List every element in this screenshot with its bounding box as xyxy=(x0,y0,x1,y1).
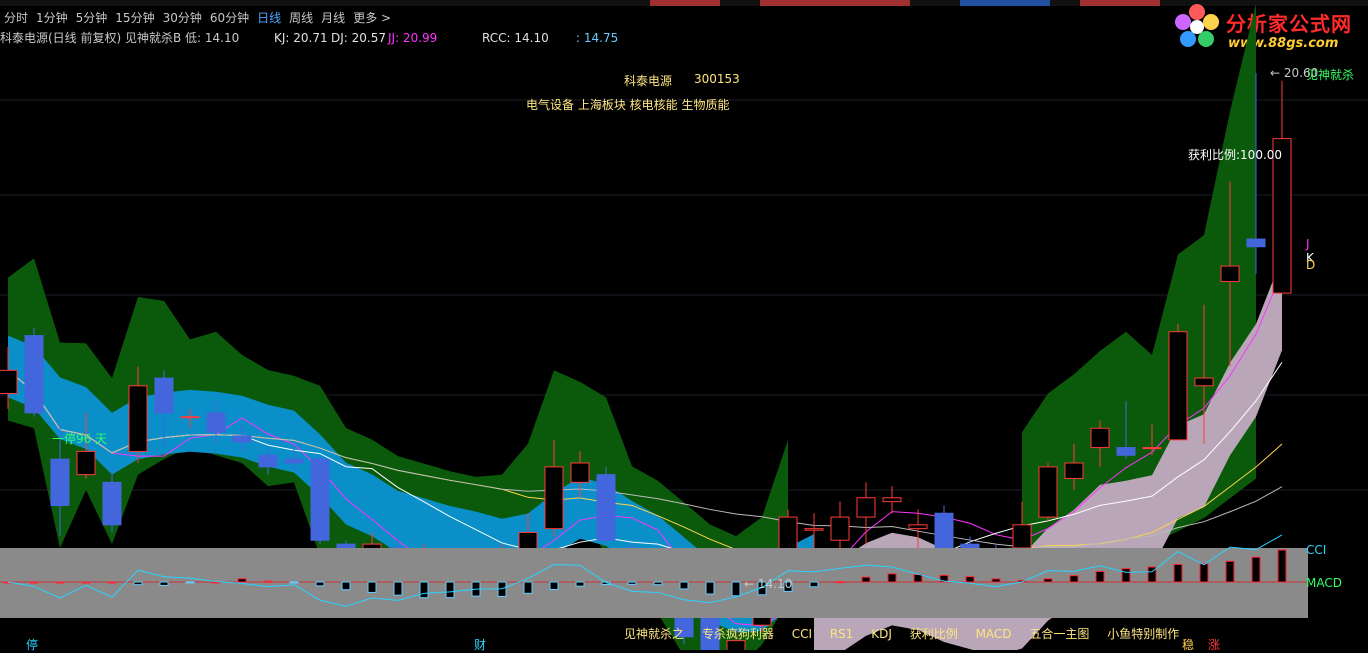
candle-down xyxy=(1116,447,1136,456)
macd-bar xyxy=(809,581,819,588)
stock-sectors: 电气设备 上海板块 核电核能 生物质能 xyxy=(526,98,730,112)
macd-bar xyxy=(549,581,559,590)
indicator-menu: 见神就杀之 专杀疯狗利器 CCI RS1 KDJ 获利比例 MACD 五合一主图… xyxy=(624,625,1193,643)
candle-up xyxy=(1064,462,1084,479)
candle-up xyxy=(0,369,18,395)
macd-label: MACD xyxy=(1306,576,1342,590)
profit-ratio-label: 获利比例:100.00 xyxy=(1188,148,1283,162)
macd-bar xyxy=(679,581,689,590)
low-price-label: ← 14.10 xyxy=(744,577,793,591)
macd-bar xyxy=(315,581,325,587)
candle-down xyxy=(258,454,278,468)
candle-up xyxy=(1090,427,1110,449)
macd-bar xyxy=(835,581,845,584)
candle-down xyxy=(50,458,70,506)
macd-bar xyxy=(1069,575,1079,583)
candle-up xyxy=(830,516,850,541)
menu-item[interactable]: 专杀疯狗利器 xyxy=(702,627,774,641)
candle-down xyxy=(960,543,980,549)
candle-down xyxy=(310,458,330,541)
macd-bar xyxy=(133,581,143,586)
candle-up xyxy=(856,497,876,518)
mark-stop: 停 xyxy=(26,638,39,652)
candle-up xyxy=(908,524,928,530)
macd-bar xyxy=(237,578,247,583)
candle-up xyxy=(570,462,590,483)
line-d-label: D xyxy=(1306,258,1316,272)
macd-bar xyxy=(653,581,663,586)
macd-bar xyxy=(107,581,117,584)
stock-code: 300153 xyxy=(694,72,740,86)
macd-bar xyxy=(627,581,637,585)
candle-down xyxy=(1246,238,1266,248)
candle-down xyxy=(232,435,252,443)
candle-down xyxy=(596,474,616,541)
mark-zhang: 涨 xyxy=(1208,638,1221,652)
macd-bar xyxy=(185,581,195,584)
candle-up xyxy=(128,385,148,452)
candle-up xyxy=(1038,466,1058,518)
macd-bar xyxy=(731,581,741,597)
stock-name: 科泰电源 xyxy=(624,74,673,88)
macd-bar xyxy=(367,581,377,593)
macd-bar xyxy=(991,578,1001,583)
menu-item[interactable]: 五合一主图 xyxy=(1029,627,1089,641)
candle-down xyxy=(24,335,44,414)
macd-bar xyxy=(1277,549,1287,583)
candle-down xyxy=(284,458,304,464)
candle-up xyxy=(544,466,564,530)
candle-up xyxy=(1012,524,1032,549)
menu-item[interactable]: MACD xyxy=(976,627,1012,641)
macd-bar xyxy=(523,581,533,594)
macd-bar xyxy=(861,576,871,583)
macd-bar xyxy=(263,580,273,583)
macd-bar xyxy=(1095,571,1105,583)
menu-item[interactable]: KDJ xyxy=(871,627,892,641)
macd-bar xyxy=(1199,563,1209,583)
menu-item[interactable]: RS1 xyxy=(830,627,854,641)
macd-bar xyxy=(965,576,975,583)
macd-bar xyxy=(445,581,455,599)
candle-up xyxy=(1168,331,1188,441)
candle-up xyxy=(882,497,902,503)
halt-days-label: 一停96 天 xyxy=(52,432,108,446)
candle-up xyxy=(76,450,96,476)
macd-bar xyxy=(575,581,585,587)
cci-label: CCI xyxy=(1306,543,1327,557)
macd-bar xyxy=(159,581,169,586)
macd-bar xyxy=(887,573,897,583)
macd-bar xyxy=(1121,568,1131,583)
macd-bar xyxy=(913,574,923,583)
candle-up xyxy=(1220,265,1240,283)
macd-bar xyxy=(55,581,65,584)
menu-item[interactable]: 获利比例 xyxy=(910,627,958,641)
candle-down xyxy=(102,481,122,526)
candle-down xyxy=(154,377,174,414)
candle-up xyxy=(1194,377,1214,387)
macd-bar xyxy=(1251,556,1261,583)
menu-item[interactable]: CCI xyxy=(792,627,812,641)
macd-bar xyxy=(289,581,299,584)
line-j-label: J xyxy=(1306,237,1310,251)
candle-up xyxy=(1142,447,1162,450)
candle-down xyxy=(934,512,954,549)
macd-bar xyxy=(393,581,403,596)
macd-bar xyxy=(1173,563,1183,583)
macd-bar xyxy=(81,581,91,584)
menu-item[interactable]: 见神就杀之 xyxy=(624,627,684,641)
macd-bar xyxy=(29,581,39,584)
macd-bar xyxy=(1043,578,1053,583)
candle-down xyxy=(206,412,226,433)
candle-up xyxy=(804,528,824,531)
macd-bar xyxy=(419,581,429,599)
macd-bar xyxy=(341,581,351,591)
strategy-label: 见神就杀 xyxy=(1306,68,1355,82)
macd-bar xyxy=(705,581,715,595)
mark-cai: 财 xyxy=(474,638,487,652)
macd-bar xyxy=(1225,560,1235,583)
menu-item[interactable]: 小鱼特别制作 xyxy=(1107,627,1179,641)
candle-up xyxy=(180,416,200,419)
